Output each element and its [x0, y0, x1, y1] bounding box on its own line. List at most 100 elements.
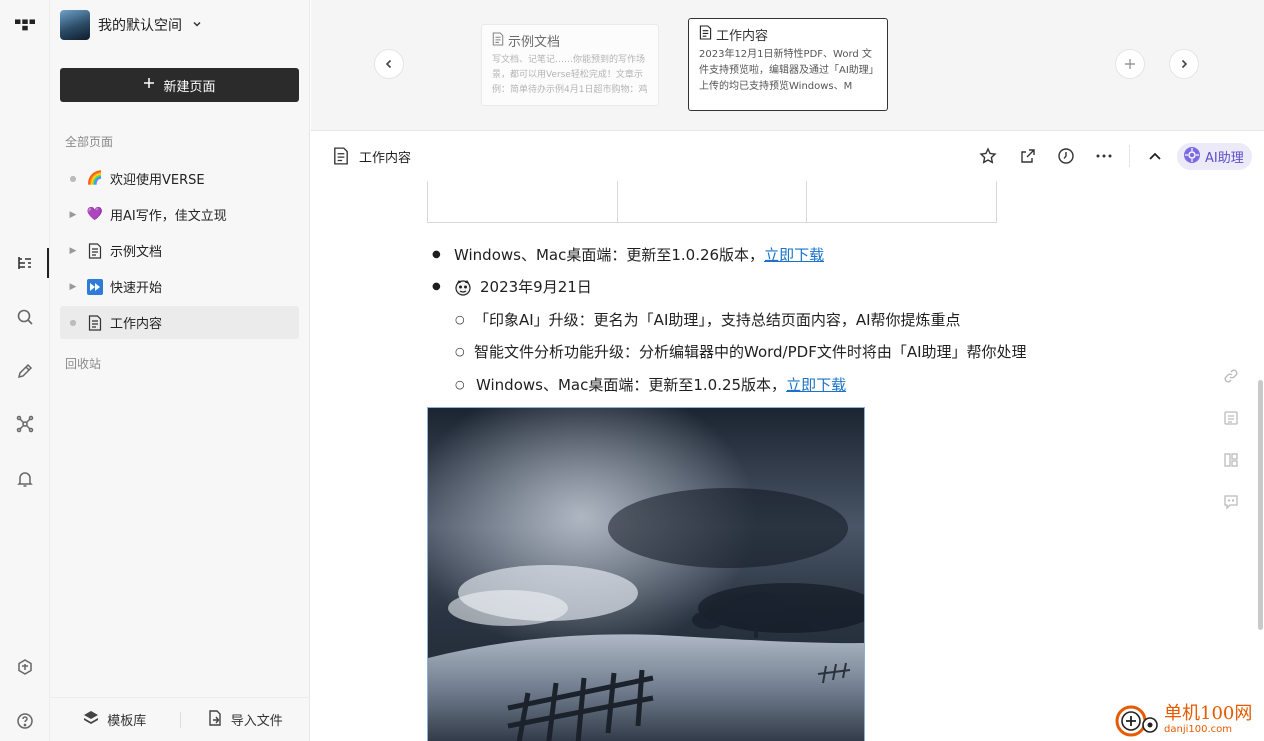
carousel-card-example-doc[interactable]: 示例文档 写文档、记笔记……你能预到的写作场景，都可以用Verse轻松完成！文章…	[481, 24, 659, 106]
sidebar-item-ai-writing[interactable]: ▶ 💜 用AI写作，佳文立现	[60, 198, 299, 231]
landscape-image[interactable]	[427, 407, 865, 741]
watermark-title: 单机100网	[1164, 702, 1253, 724]
list-item[interactable]: ○ Windows、Mac桌面端：更新至1.0.25版本， 立即下载	[455, 374, 846, 395]
document-icon	[86, 314, 104, 332]
page-tree-icon[interactable]	[15, 253, 35, 273]
document-icon	[333, 147, 349, 169]
star-icon[interactable]	[978, 146, 998, 166]
sidebar-item-work-content[interactable]: ● 工作内容	[60, 306, 299, 339]
ai-assistant-label: AI助理	[1205, 151, 1244, 166]
document-icon	[492, 31, 504, 50]
pen-icon[interactable]	[15, 361, 35, 381]
document-body[interactable]: ● Windows、Mac桌面端：更新至1.0.26版本， 立即下载 ● 202…	[311, 181, 1264, 741]
share-icon[interactable]	[1018, 146, 1038, 166]
comment-icon[interactable]	[1222, 493, 1240, 511]
template-library-button[interactable]: 模板库	[50, 710, 180, 730]
bell-icon[interactable]	[15, 469, 35, 489]
layers-icon	[83, 710, 99, 730]
document-icon	[699, 25, 712, 44]
card-title: 示例文档	[508, 35, 561, 50]
bullet-dot-icon: ●	[69, 174, 77, 183]
expand-arrow-icon[interactable]: ▶	[60, 210, 86, 220]
page-title: 工作内容	[359, 151, 412, 166]
table-cell[interactable]	[618, 181, 808, 222]
document-icon	[86, 242, 104, 260]
list-item-text: 智能文件分析功能升级：分析编辑器中的Word/PDF文件时将由「AI助理」帮你处…	[474, 343, 1027, 361]
list-item-text: 「印象AI」升级：更名为「AI助理」，支持总结页面内容，AI帮你提炼重点	[474, 311, 961, 329]
list-item[interactable]: ○ 「印象AI」升级：更名为「AI助理」，支持总结页面内容，AI帮你提炼重点	[455, 309, 961, 330]
table-cell[interactable]	[428, 181, 618, 222]
hollow-bullet-icon: ○	[455, 345, 465, 358]
watermark-badge-icon	[1115, 705, 1158, 736]
trash-label[interactable]: 回收站	[65, 355, 101, 372]
sidebar-item-label: 工作内容	[110, 317, 163, 332]
new-page-label: 新建页面	[163, 79, 216, 95]
date-heading: 2023年9月21日	[480, 278, 592, 296]
hollow-bullet-icon: ○	[455, 378, 465, 391]
list-item-text: Windows、Mac桌面端：更新至1.0.26版本，	[454, 246, 765, 264]
sidebar: 我的默认空间 新建页面 全部页面 ● 🌈 欢迎使用VERSE ▶ 💜 用AI写作…	[50, 0, 310, 741]
help-icon[interactable]	[15, 711, 35, 731]
import-file-label: 导入文件	[230, 714, 283, 729]
collapse-up-icon[interactable]	[1145, 146, 1165, 166]
graph-icon[interactable]	[15, 414, 35, 434]
list-item[interactable]: ○ 智能文件分析功能升级：分析编辑器中的Word/PDF文件时将由「AI助理」帮…	[455, 341, 1027, 362]
list-item[interactable]: ● Windows、Mac桌面端：更新至1.0.26版本， 立即下载	[432, 244, 824, 265]
search-icon[interactable]	[15, 307, 35, 327]
add-page-button[interactable]	[1115, 49, 1145, 79]
list-item[interactable]: ● 2023年9月21日	[432, 276, 592, 297]
chevron-down-icon	[192, 19, 202, 32]
card-title: 工作内容	[716, 29, 769, 44]
sidebar-item-example-doc[interactable]: ▶ 示例文档	[60, 234, 299, 267]
more-icon[interactable]	[1094, 146, 1114, 166]
card-snippet: 2023年12月1日新特性PDF、Word 文件支持预览啦，编辑器及通过「AI助…	[699, 49, 874, 92]
download-link[interactable]: 立即下载	[764, 244, 824, 265]
sidebar-item-welcome[interactable]: ● 🌈 欢迎使用VERSE	[60, 162, 299, 195]
stormy-landscape-photo	[428, 408, 864, 741]
all-pages-label: 全部页面	[65, 135, 114, 149]
bullet-dot-icon: ●	[432, 281, 441, 292]
import-file-icon	[208, 709, 223, 730]
divider	[1129, 145, 1130, 167]
sidebar-footer: 模板库 导入文件	[50, 697, 310, 741]
new-page-button[interactable]: 新建页面	[60, 68, 299, 102]
carousel-next-button[interactable]	[1169, 49, 1199, 79]
expand-arrow-icon[interactable]: ▶	[60, 246, 86, 256]
workspace-switcher[interactable]: 我的默认空间	[60, 10, 202, 40]
outline-icon[interactable]	[1222, 409, 1240, 427]
history-icon[interactable]	[1056, 146, 1076, 166]
template-library-label: 模板库	[107, 714, 147, 729]
ai-assistant-button[interactable]: AI助理	[1177, 143, 1252, 170]
sidebar-item-quick-start[interactable]: ▶ 快速开始	[60, 270, 299, 303]
table-fragment[interactable]	[427, 181, 997, 223]
carousel-prev-button[interactable]	[374, 49, 404, 79]
watermark-url: danji100.com	[1164, 723, 1232, 735]
list-item-text: Windows、Mac桌面端：更新至1.0.25版本，	[476, 376, 787, 394]
fast-forward-icon	[86, 278, 104, 296]
table-cell[interactable]	[807, 181, 996, 222]
workspace-name: 我的默认空间	[98, 18, 182, 34]
watermark-logo: 单机100网 danji100.com	[1114, 698, 1264, 741]
card-snippet: 写文档、记笔记……你能预到的写作场景，都可以用Verse轻松完成！文章示例：简单…	[492, 55, 648, 95]
sidebar-item-label: 用AI写作，佳文立现	[110, 209, 227, 224]
link-icon[interactable]	[1222, 367, 1240, 385]
ai-icon	[1183, 146, 1201, 168]
purple-heart-icon: 💜	[86, 207, 104, 222]
hollow-bullet-icon: ○	[455, 313, 465, 326]
import-file-button[interactable]: 导入文件	[181, 709, 311, 730]
plus-icon	[143, 77, 155, 93]
logo-icon[interactable]	[15, 14, 35, 34]
download-link[interactable]: 立即下载	[786, 374, 846, 395]
rainbow-icon: 🌈	[86, 171, 104, 186]
carousel-card-work-content[interactable]: 工作内容 2023年12月1日新特性PDF、Word 文件支持预览啦，编辑器及通…	[688, 18, 888, 111]
sidebar-item-label: 示例文档	[110, 245, 163, 260]
page-carousel: 示例文档 写文档、记笔记……你能预到的写作场景，都可以用Verse轻松完成！文章…	[311, 0, 1264, 131]
layout-icon[interactable]	[1222, 451, 1240, 469]
scrollbar-thumb[interactable]	[1258, 380, 1263, 630]
sidebar-item-label: 欢迎使用VERSE	[110, 173, 205, 188]
expand-arrow-icon[interactable]: ▶	[60, 282, 86, 292]
cube-icon[interactable]	[15, 657, 35, 677]
document-header: 工作内容 AI助理	[311, 131, 1264, 181]
face-emoji-icon	[455, 279, 471, 296]
sidebar-item-label: 快速开始	[110, 281, 163, 296]
